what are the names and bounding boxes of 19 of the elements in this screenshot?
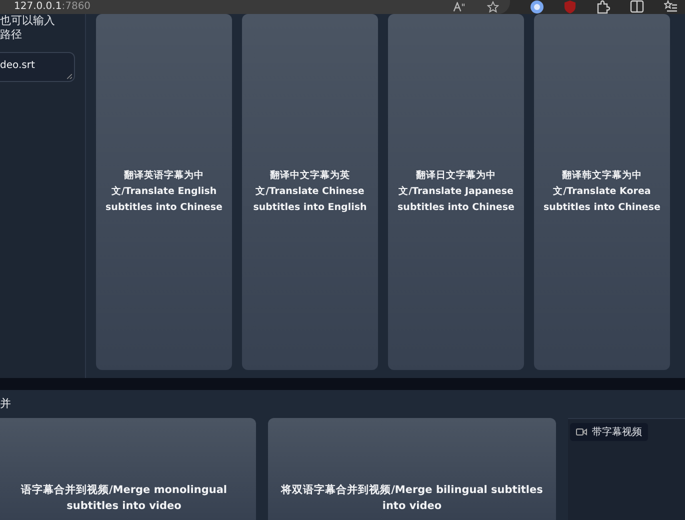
puzzle-icon[interactable] bbox=[596, 0, 610, 14]
translate-button[interactable]: 翻译中文字幕为英文/Translate Chinese subtitles into English bbox=[242, 14, 378, 370]
split-screen-icon[interactable] bbox=[630, 0, 644, 13]
video-camera-icon bbox=[576, 428, 587, 436]
url-text: 127.0.0.1:7860 bbox=[14, 1, 92, 13]
section-title: 并 bbox=[0, 396, 12, 412]
translate-button[interactable]: 翻译英语字幕为中文/Translate English subtitles into Chinese bbox=[96, 14, 232, 370]
resize-grip-icon bbox=[67, 74, 72, 79]
merge-button[interactable]: 将双语字幕合并到视频/Merge bilingual subtitles into video bbox=[268, 418, 556, 520]
translate-button[interactable]: 翻译韩文字幕为中文/Translate Korea subtitles into Chinese bbox=[534, 14, 670, 370]
merge-button[interactable]: 语字幕合并到视频/Merge monolingual subtitles into video bbox=[0, 418, 256, 520]
address-bar[interactable]: 127.0.0.1:7860 bbox=[0, 0, 510, 14]
field-label: 也可以输入 路径 bbox=[0, 14, 56, 42]
read-aloud-icon[interactable] bbox=[453, 2, 465, 12]
translate-button[interactable]: 翻译日文字幕为中文/Translate Japanese subtitles into Chinese bbox=[388, 14, 524, 370]
video-label-text: 带字幕视频 bbox=[592, 426, 642, 439]
path-textarea[interactable]: deo.srt bbox=[0, 52, 75, 82]
star-icon[interactable] bbox=[487, 1, 499, 13]
favorites-icon[interactable] bbox=[664, 0, 678, 13]
